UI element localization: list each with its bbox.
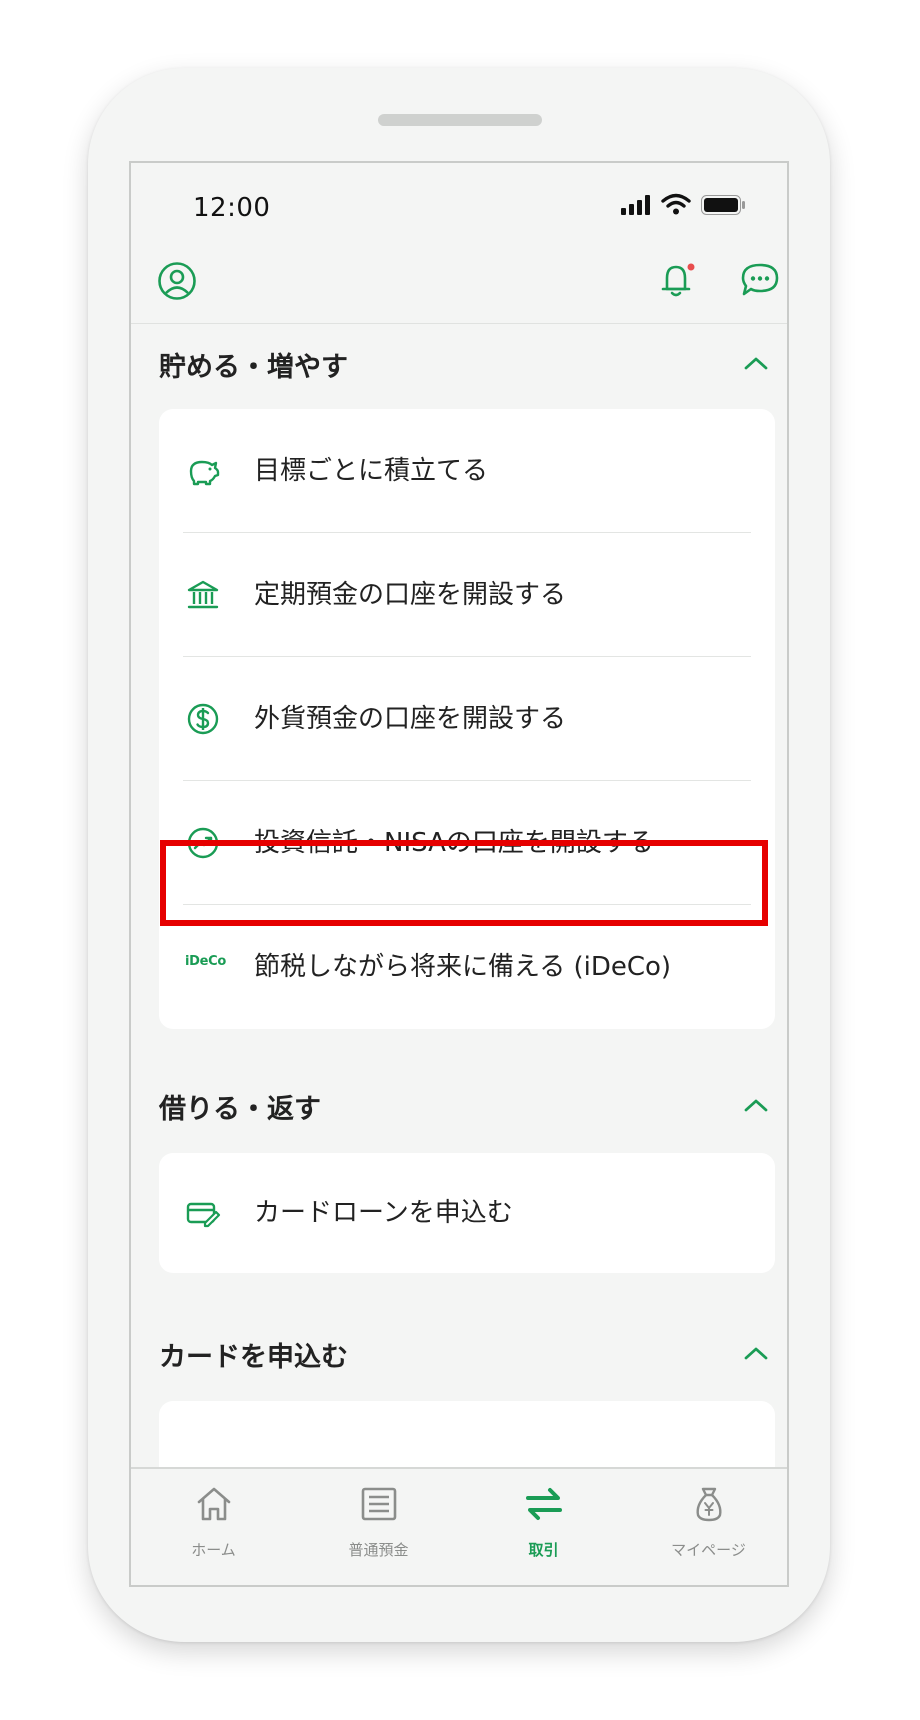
card-edit-icon	[186, 1202, 221, 1228]
transfer-icon	[526, 1488, 562, 1520]
moneybag-icon	[696, 1487, 722, 1522]
app-header	[131, 245, 787, 324]
list-item-foreign-deposit[interactable]: 外貨預金の口座を開設する	[159, 657, 775, 781]
chevron-up-icon[interactable]	[743, 355, 769, 371]
tab-savings[interactable]: 普通預金	[296, 1469, 461, 1585]
dollar-icon	[187, 703, 219, 735]
list-item-time-deposit[interactable]: 定期預金の口座を開設する	[159, 533, 775, 657]
tab-label: 普通預金	[348, 1541, 409, 1559]
card-save: 目標ごとに積立てる 定期預金の口座を開設する 外貨預金の口座を開設する 投資信託…	[159, 409, 775, 1029]
notification-badge	[687, 263, 695, 271]
bell-icon[interactable]	[657, 259, 699, 301]
list-item-ideco[interactable]: iDeCo 節税しながら将来に備える (iDeCo)	[159, 905, 775, 1029]
card-borrow: カードローンを申込む	[159, 1153, 775, 1273]
bank-icon	[187, 580, 219, 609]
tab-transactions[interactable]: 取引	[461, 1469, 626, 1585]
home-icon	[197, 1487, 231, 1521]
chart-up-icon	[187, 827, 219, 859]
tab-mypage[interactable]: マイページ	[626, 1469, 787, 1585]
list-item-label: 外貨預金の口座を開設する	[254, 704, 567, 734]
section-title-card: カードを申込む	[159, 1342, 348, 1373]
list-icon	[361, 1487, 397, 1521]
ideco-icon: iDeCo	[185, 954, 227, 969]
chevron-up-icon[interactable]	[743, 1097, 769, 1113]
tab-label: ホーム	[191, 1541, 236, 1559]
tab-label: 取引	[528, 1541, 559, 1559]
chevron-up-icon[interactable]	[743, 1345, 769, 1361]
section-title-borrow: 借りる・返す	[159, 1094, 321, 1125]
list-item-label: 投資信託・NISAの口座を開設する	[254, 828, 654, 858]
tab-label: マイページ	[671, 1541, 746, 1559]
app-screen: 12:00 貯める・増やす 目標ごとに積立てる 定期預金の口座を開設する 外貨預…	[129, 161, 789, 1587]
signal-icon	[621, 195, 650, 215]
list-item-card-loan[interactable]: カードローンを申込む	[159, 1151, 775, 1275]
list-item-savings-goal[interactable]: 目標ごとに積立てる	[159, 409, 775, 533]
piggy-bank-icon	[189, 460, 220, 486]
section-title-save: 貯める・増やす	[159, 352, 348, 383]
list-item-nisa[interactable]: 投資信託・NISAの口座を開設する	[159, 781, 775, 905]
chat-icon[interactable]	[739, 261, 781, 301]
status-time: 12:00	[193, 193, 271, 223]
list-item-label: 節税しながら将来に備える (iDeCo)	[254, 952, 672, 982]
list-item-label: 定期預金の口座を開設する	[254, 580, 567, 610]
tab-home[interactable]: ホーム	[131, 1469, 296, 1585]
tab-bar: ホーム 普通預金 取引 マイページ	[131, 1467, 787, 1585]
battery-icon	[701, 195, 745, 215]
list-item-label: カードローンを申込む	[254, 1198, 513, 1228]
list-item-label: 目標ごとに積立てる	[254, 456, 489, 486]
wifi-icon	[661, 193, 691, 215]
phone-speaker	[378, 114, 542, 126]
profile-icon[interactable]	[157, 261, 197, 301]
